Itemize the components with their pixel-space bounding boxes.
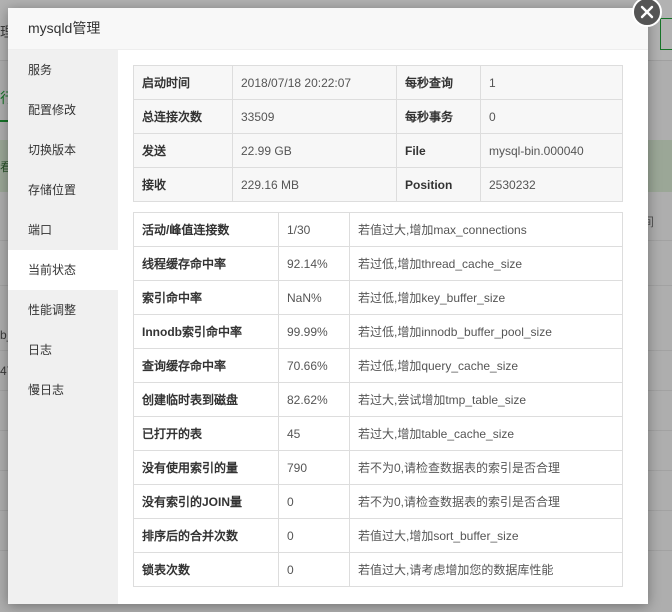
metric-value: 1/30 bbox=[278, 212, 350, 247]
status-label: 发送 bbox=[133, 133, 233, 168]
metric-name: 活动/峰值连接数 bbox=[133, 212, 279, 247]
sidebar-item-version[interactable]: 切换版本 bbox=[8, 130, 118, 170]
metric-advice: 若过大,尝试增加tmp_table_size bbox=[349, 382, 623, 417]
metric-advice: 若值过大,增加sort_buffer_size bbox=[349, 518, 623, 553]
metric-advice: 若过大,增加table_cache_size bbox=[349, 416, 623, 451]
table-row: 启动时间 2018/07/18 20:22:07 每秒查询 1 bbox=[133, 65, 623, 100]
close-icon bbox=[640, 5, 654, 19]
sidebar-item-performance[interactable]: 性能调整 bbox=[8, 290, 118, 330]
table-row: 排序后的合并次数 0 若值过大,增加sort_buffer_size bbox=[133, 518, 623, 553]
metric-name: 线程缓存命中率 bbox=[133, 246, 279, 281]
status-label: File bbox=[396, 133, 481, 168]
metric-advice: 若过低,增加thread_cache_size bbox=[349, 246, 623, 281]
status-label: 启动时间 bbox=[133, 65, 233, 100]
status-content: 启动时间 2018/07/18 20:22:07 每秒查询 1 总连接次数 33… bbox=[118, 50, 648, 604]
table-row: 创建临时表到磁盘 82.62% 若过大,尝试增加tmp_table_size bbox=[133, 382, 623, 417]
metric-advice: 若过低,增加key_buffer_size bbox=[349, 280, 623, 315]
metric-advice: 若不为0,请检查数据表的索引是否合理 bbox=[349, 484, 623, 519]
metric-value: 99.99% bbox=[278, 314, 350, 349]
sidebar-item-port[interactable]: 端口 bbox=[8, 210, 118, 250]
table-row: 发送 22.99 GB File mysql-bin.000040 bbox=[133, 133, 623, 168]
metric-advice: 若过低,增加query_cache_size bbox=[349, 348, 623, 383]
metric-value: 70.66% bbox=[278, 348, 350, 383]
sidebar-item-config[interactable]: 配置修改 bbox=[8, 90, 118, 130]
mysql-dialog: mysqld管理 服务 配置修改 切换版本 存储位置 端口 当前状态 性能调整 … bbox=[8, 0, 662, 604]
dialog-title: mysqld管理 bbox=[8, 8, 648, 50]
sidebar-item-log[interactable]: 日志 bbox=[8, 330, 118, 370]
table-row: 线程缓存命中率 92.14% 若过低,增加thread_cache_size bbox=[133, 246, 623, 281]
metric-name: 没有使用索引的量 bbox=[133, 450, 279, 485]
table-row: 总连接次数 33509 每秒事务 0 bbox=[133, 99, 623, 134]
table-row: 没有使用索引的量 790 若不为0,请检查数据表的索引是否合理 bbox=[133, 450, 623, 485]
sidebar-item-status[interactable]: 当前状态 bbox=[8, 250, 118, 290]
metric-name: 已打开的表 bbox=[133, 416, 279, 451]
sidebar-item-service[interactable]: 服务 bbox=[8, 50, 118, 90]
table-row: 锁表次数 0 若值过大,请考虑增加您的数据库性能 bbox=[133, 552, 623, 587]
status-table: 启动时间 2018/07/18 20:22:07 每秒查询 1 总连接次数 33… bbox=[133, 65, 623, 202]
metric-value: 0 bbox=[278, 484, 350, 519]
metric-advice: 若不为0,请检查数据表的索引是否合理 bbox=[349, 450, 623, 485]
metric-name: 锁表次数 bbox=[133, 552, 279, 587]
status-label: Position bbox=[396, 167, 481, 202]
table-row: 已打开的表 45 若过大,增加table_cache_size bbox=[133, 416, 623, 451]
table-row: Innodb索引命中率 99.99% 若过低,增加innodb_buffer_poo… bbox=[133, 314, 623, 349]
metric-advice: 若值过大,增加max_connections bbox=[349, 212, 623, 247]
status-value: mysql-bin.000040 bbox=[480, 133, 623, 168]
status-value: 229.16 MB bbox=[232, 167, 397, 202]
table-row: 没有索引的JOIN量 0 若不为0,请检查数据表的索引是否合理 bbox=[133, 484, 623, 519]
metric-value: 82.62% bbox=[278, 382, 350, 417]
metric-name: 没有索引的JOIN量 bbox=[133, 484, 279, 519]
table-row: 索引命中率 NaN% 若过低,增加key_buffer_size bbox=[133, 280, 623, 315]
status-value: 2530232 bbox=[480, 167, 623, 202]
metric-value: 0 bbox=[278, 518, 350, 553]
performance-table: 活动/峰值连接数 1/30 若值过大,增加max_connections 线程缓存命中… bbox=[133, 212, 623, 587]
metric-value: 0 bbox=[278, 552, 350, 587]
metric-name: Innodb索引命中率 bbox=[133, 314, 279, 349]
metric-value: 45 bbox=[278, 416, 350, 451]
table-row: 接收 229.16 MB Position 2530232 bbox=[133, 167, 623, 202]
status-label: 每秒事务 bbox=[396, 99, 481, 134]
metric-value: 92.14% bbox=[278, 246, 350, 281]
sidebar-item-storage[interactable]: 存储位置 bbox=[8, 170, 118, 210]
status-value: 1 bbox=[480, 65, 623, 100]
metric-value: NaN% bbox=[278, 280, 350, 315]
metric-advice: 若过低,增加innodb_buffer_pool_size bbox=[349, 314, 623, 349]
table-row: 活动/峰值连接数 1/30 若值过大,增加max_connections bbox=[133, 212, 623, 247]
status-value: 0 bbox=[480, 99, 623, 134]
metric-advice: 若值过大,请考虑增加您的数据库性能 bbox=[349, 552, 623, 587]
status-label: 总连接次数 bbox=[133, 99, 233, 134]
status-value: 2018/07/18 20:22:07 bbox=[232, 65, 397, 100]
status-value: 33509 bbox=[232, 99, 397, 134]
metric-name: 查询缓存命中率 bbox=[133, 348, 279, 383]
metric-value: 790 bbox=[278, 450, 350, 485]
status-value: 22.99 GB bbox=[232, 133, 397, 168]
table-row: 查询缓存命中率 70.66% 若过低,增加query_cache_size bbox=[133, 348, 623, 383]
dialog-sidebar: 服务 配置修改 切换版本 存储位置 端口 当前状态 性能调整 日志 慢日志 bbox=[8, 50, 118, 604]
metric-name: 排序后的合并次数 bbox=[133, 518, 279, 553]
status-label: 每秒查询 bbox=[396, 65, 481, 100]
metric-name: 索引命中率 bbox=[133, 280, 279, 315]
status-label: 接收 bbox=[133, 167, 233, 202]
sidebar-item-slow-log[interactable]: 慢日志 bbox=[8, 370, 118, 410]
metric-name: 创建临时表到磁盘 bbox=[133, 382, 279, 417]
